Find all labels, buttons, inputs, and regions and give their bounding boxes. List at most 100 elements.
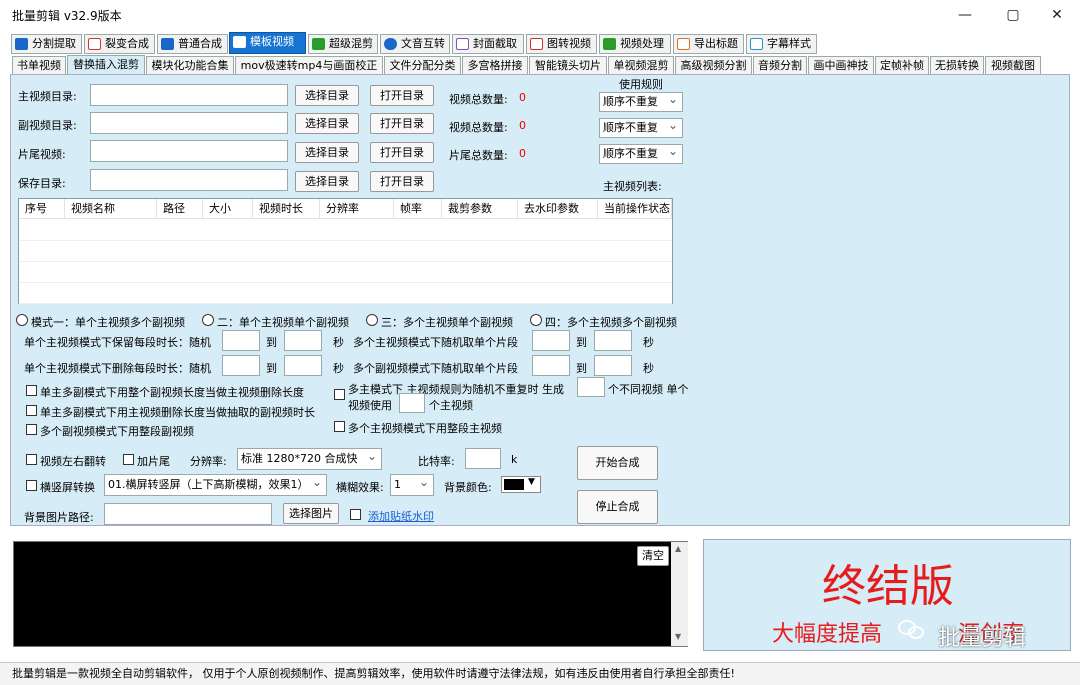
- tab-image-to-video[interactable]: 图转视频: [526, 34, 597, 54]
- gen-count-input[interactable]: [577, 377, 605, 397]
- multi-main-rule-checkbox[interactable]: [334, 389, 345, 400]
- bg-color-picker[interactable]: ▼: [501, 476, 541, 493]
- main-count-label: 视频总数量:: [449, 93, 508, 106]
- mode3-radio[interactable]: [366, 314, 378, 326]
- sub-open-dir-button[interactable]: 打开目录: [370, 113, 434, 134]
- scroll-down-icon[interactable]: ▼: [675, 632, 681, 641]
- film-icon: [603, 38, 616, 50]
- del-len-min-input[interactable]: [222, 355, 260, 376]
- video-table[interactable]: 序号 视频名称 路径 大小 视频时长 分辨率 帧率 裁剪参数 去水印参数 当前操…: [18, 198, 673, 304]
- tab-cover-capture[interactable]: 封面截取: [452, 34, 524, 54]
- subtab-single-mix[interactable]: 单视频混剪: [608, 56, 674, 75]
- col-duration[interactable]: 视频时长: [253, 199, 320, 219]
- mode2-radio[interactable]: [202, 314, 214, 326]
- multi-main-min-input[interactable]: [532, 330, 570, 351]
- tail-choose-dir-button[interactable]: 选择目录: [295, 142, 359, 163]
- subtab-pip[interactable]: 画中画神技: [808, 56, 874, 75]
- main-open-dir-button[interactable]: 打开目录: [370, 85, 434, 106]
- tail-input[interactable]: [90, 140, 288, 162]
- col-fps[interactable]: 帧率: [394, 199, 442, 219]
- multi-main-max-input[interactable]: [594, 330, 632, 351]
- tab-text-audio[interactable]: 文音互转: [380, 34, 450, 54]
- start-button[interactable]: 开始合成: [577, 446, 658, 480]
- sub-rule-select[interactable]: 顺序不重复: [599, 118, 683, 138]
- whole-main-checkbox[interactable]: [334, 421, 345, 432]
- tab-normal-merge[interactable]: 普通合成: [157, 34, 228, 54]
- subtab-frame[interactable]: 定帧补帧: [875, 56, 929, 75]
- main-rule-select[interactable]: 顺序不重复: [599, 92, 683, 112]
- col-name[interactable]: 视频名称: [65, 199, 157, 219]
- scroll-up-icon[interactable]: ▲: [675, 544, 681, 553]
- col-status[interactable]: 当前操作状态: [598, 199, 672, 219]
- save-choose-dir-button[interactable]: 选择目录: [295, 171, 359, 192]
- multi-sub-max-input[interactable]: [594, 355, 632, 376]
- blur-select[interactable]: 1: [390, 474, 434, 496]
- choose-image-button[interactable]: 选择图片: [283, 503, 339, 524]
- col-watermark[interactable]: 去水印参数: [518, 199, 598, 219]
- console-scrollbar[interactable]: ▲ ▼: [671, 542, 688, 646]
- tail-open-dir-button[interactable]: 打开目录: [370, 142, 434, 163]
- main-dir-input[interactable]: [90, 84, 288, 106]
- sticker-checkbox[interactable]: [350, 509, 361, 520]
- save-open-dir-button[interactable]: 打开目录: [370, 171, 434, 192]
- mode1-radio[interactable]: [16, 314, 28, 326]
- bitrate-input[interactable]: [465, 448, 501, 469]
- minimize-button[interactable]: —: [942, 0, 988, 30]
- subtab-screenshot[interactable]: 视频截图: [985, 56, 1041, 75]
- subtab-audio-split[interactable]: 音频分割: [753, 56, 807, 75]
- promo-subtitle: 大幅度提高: [772, 622, 883, 647]
- stop-button[interactable]: 停止合成: [577, 490, 658, 524]
- tab-template-video[interactable]: 模板视频: [229, 32, 306, 54]
- tab-super-mix[interactable]: 超级混剪: [308, 34, 378, 54]
- whole-sub-len-checkbox[interactable]: [26, 385, 37, 396]
- col-resolution[interactable]: 分辨率: [320, 199, 394, 219]
- orient-select[interactable]: 01.横屏转竖屏（上下高斯模糊，效果1）: [104, 474, 327, 496]
- bg-path-input[interactable]: [104, 503, 272, 525]
- whole-sub-checkbox[interactable]: [26, 424, 37, 435]
- del-len-max-input[interactable]: [284, 355, 322, 376]
- mode4-radio[interactable]: [530, 314, 542, 326]
- subtab-replace-insert[interactable]: 替换插入混剪: [67, 55, 145, 75]
- subtab-modules[interactable]: 模块化功能合集: [146, 56, 234, 75]
- gen-count-suffix: 个不同视频 单个: [608, 383, 689, 396]
- tail-rule-select[interactable]: 顺序不重复: [599, 144, 683, 164]
- main-choose-dir-button[interactable]: 选择目录: [295, 85, 359, 106]
- per-video-main-input[interactable]: [399, 393, 425, 413]
- log-console[interactable]: 清空 ▲ ▼: [13, 541, 688, 647]
- flip-checkbox[interactable]: [26, 454, 37, 465]
- col-path[interactable]: 路径: [157, 199, 203, 219]
- tab-split-extract[interactable]: 分割提取: [11, 34, 82, 54]
- subtab-adv-split[interactable]: 高级视频分割: [675, 56, 752, 75]
- col-crop[interactable]: 裁剪参数: [442, 199, 518, 219]
- keep-sec-label: 秒: [333, 336, 344, 349]
- subtab-mov-convert[interactable]: mov极速转mp4与画面校正: [235, 56, 383, 75]
- tab-fission[interactable]: 裂变合成: [84, 34, 155, 54]
- resolution-select[interactable]: 标准 1280*720 合成快: [237, 448, 382, 470]
- tab-video-process[interactable]: 视频处理: [599, 34, 671, 54]
- clear-button[interactable]: 清空: [637, 546, 669, 566]
- add-tail-checkbox[interactable]: [123, 454, 134, 465]
- tab-subtitle-style[interactable]: 字幕样式: [746, 34, 817, 54]
- col-size[interactable]: 大小: [203, 199, 253, 219]
- keep-len-min-input[interactable]: [222, 330, 260, 351]
- subtab-file-allocate[interactable]: 文件分配分类: [384, 56, 461, 75]
- tab-export-title[interactable]: 导出标题: [673, 34, 744, 54]
- save-dir-input[interactable]: [90, 169, 288, 191]
- add-sticker-link[interactable]: 添加贴纸水印: [368, 508, 434, 524]
- subtab-smart-cut[interactable]: 智能镜头切片: [529, 56, 607, 75]
- col-index[interactable]: 序号: [19, 199, 65, 219]
- orient-checkbox[interactable]: [26, 480, 37, 491]
- multi-sub-min-input[interactable]: [532, 355, 570, 376]
- maximize-button[interactable]: ▢: [990, 0, 1036, 30]
- close-button[interactable]: ✕: [1034, 0, 1080, 30]
- export-icon: [677, 38, 690, 50]
- keep-len-max-input[interactable]: [284, 330, 322, 351]
- sub-dir-input[interactable]: [90, 112, 288, 134]
- main-del-len-checkbox[interactable]: [26, 405, 37, 416]
- subtab-booklist[interactable]: 书单视频: [12, 56, 66, 75]
- subtab-lossless[interactable]: 无损转换: [930, 56, 984, 75]
- multi-sub-rand-label: 多个副视频模式下随机取单个片段: [353, 362, 518, 375]
- multi-main-sec-label: 秒: [643, 336, 654, 349]
- subtab-grid[interactable]: 多宫格拼接: [462, 56, 528, 75]
- sub-choose-dir-button[interactable]: 选择目录: [295, 113, 359, 134]
